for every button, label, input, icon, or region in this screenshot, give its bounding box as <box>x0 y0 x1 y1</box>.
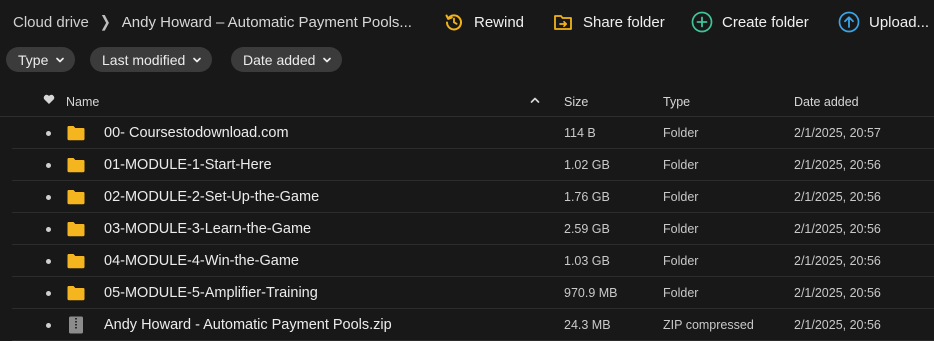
file-type: Folder <box>663 286 699 300</box>
file-name: 01-MODULE-1-Start-Here <box>104 157 272 173</box>
breadcrumb-root[interactable]: Cloud drive <box>13 14 89 31</box>
file-date-added: 2/1/2025, 20:56 <box>794 190 881 204</box>
breadcrumb-current[interactable]: Andy Howard – Automatic Payment Pools... <box>122 14 412 31</box>
file-date-added: 2/1/2025, 20:56 <box>794 286 881 300</box>
file-type: Folder <box>663 126 699 140</box>
sort-ascending-icon[interactable] <box>529 94 541 109</box>
file-size: 1.03 GB <box>564 254 610 268</box>
rewind-label: Rewind <box>474 13 525 31</box>
plus-circle-icon <box>691 11 713 33</box>
last-modified-filter[interactable]: Last modified <box>90 47 213 72</box>
upload-label: Upload... <box>869 13 930 31</box>
file-size: 1.76 GB <box>564 190 610 204</box>
file-type: Folder <box>663 190 699 204</box>
chevron-down-icon <box>55 55 65 65</box>
heart-icon[interactable] <box>43 94 55 108</box>
folder-icon <box>67 157 85 173</box>
row-dot-icon <box>46 195 51 200</box>
chevron-down-icon <box>192 55 202 65</box>
file-name: 00- Coursestodownload.com <box>104 125 289 141</box>
rewind-button[interactable]: Rewind <box>443 10 524 34</box>
table-row[interactable]: Andy Howard - Automatic Payment Pools.zi… <box>12 309 934 341</box>
folder-icon <box>67 253 85 269</box>
file-name: 02-MODULE-2-Set-Up-the-Game <box>104 189 320 205</box>
column-date-added[interactable]: Date added <box>794 95 859 109</box>
file-name: 05-MODULE-5-Amplifier-Training <box>104 285 318 301</box>
file-date-added: 2/1/2025, 20:56 <box>794 158 881 172</box>
rewind-icon <box>443 11 465 33</box>
zip-file-icon <box>67 316 85 334</box>
date-added-filter[interactable]: Date added <box>231 47 343 72</box>
share-folder-icon <box>552 11 574 33</box>
file-date-added: 2/1/2025, 20:56 <box>794 222 881 236</box>
upload-icon <box>838 11 860 33</box>
column-name[interactable]: Name <box>66 95 99 109</box>
type-filter[interactable]: Type <box>6 47 76 72</box>
file-size: 114 B <box>564 126 596 140</box>
column-size[interactable]: Size <box>564 95 588 109</box>
file-date-added: 2/1/2025, 20:56 <box>794 318 881 332</box>
breadcrumb: Cloud drive ❯ Andy Howard – Automatic Pa… <box>0 12 412 31</box>
row-dot-icon <box>46 259 51 264</box>
file-size: 24.3 MB <box>564 318 611 332</box>
file-type: Folder <box>663 158 699 172</box>
create-folder-label: Create folder <box>722 13 809 31</box>
date-added-filter-label: Date added <box>243 51 316 68</box>
last-modified-filter-label: Last modified <box>102 51 186 68</box>
folder-icon <box>67 189 85 205</box>
upload-button[interactable]: Upload... <box>838 10 929 34</box>
table-row[interactable]: 03-MODULE-3-Learn-the-Game 2.59 GB Folder 2… <box>12 213 934 245</box>
file-date-added: 2/1/2025, 20:57 <box>794 126 881 140</box>
top-bar: Cloud drive ❯ Andy Howard – Automatic Pa… <box>0 0 934 44</box>
file-name: 04-MODULE-4-Win-the-Game <box>104 253 299 269</box>
folder-icon <box>67 125 85 141</box>
table-row[interactable]: 01-MODULE-1-Start-Here 1.02 GB Folder 2/1/2… <box>12 149 934 181</box>
table-row[interactable]: 00- Coursestodownload.com 114 B Folder 2/1/… <box>12 117 934 149</box>
file-type: Folder <box>663 222 699 236</box>
share-folder-button[interactable]: Share folder <box>552 10 665 34</box>
row-dot-icon <box>46 227 51 232</box>
row-dot-icon <box>46 163 51 168</box>
file-size: 1.02 GB <box>564 158 610 172</box>
share-folder-label: Share folder <box>583 13 665 31</box>
file-size: 970.9 MB <box>564 286 618 300</box>
type-filter-label: Type <box>18 51 49 68</box>
folder-icon <box>67 221 85 237</box>
table-row[interactable]: 02-MODULE-2-Set-Up-the-Game 1.76 GB Folder… <box>12 181 934 213</box>
file-name: 03-MODULE-3-Learn-the-Game <box>104 221 312 237</box>
row-dot-icon <box>46 131 51 136</box>
row-dot-icon <box>46 291 51 296</box>
file-size: 2.59 GB <box>564 222 610 236</box>
chevron-down-icon <box>322 55 332 65</box>
file-type: ZIP compressed <box>663 318 754 332</box>
table-row[interactable]: 04-MODULE-4-Win-the-Game 1.03 GB Folder 2/1… <box>12 245 934 277</box>
file-type: Folder <box>663 254 699 268</box>
row-dot-icon <box>46 323 51 328</box>
folder-icon <box>67 285 85 301</box>
column-type[interactable]: Type <box>663 95 690 109</box>
chevron-right-icon: ❯ <box>99 12 111 31</box>
table-header: Name Size Type Date added <box>0 86 934 117</box>
file-name: Andy Howard - Automatic Payment Pools.zi… <box>104 317 392 333</box>
file-date-added: 2/1/2025, 20:56 <box>794 254 881 268</box>
create-folder-button[interactable]: Create folder <box>691 10 809 34</box>
table-row[interactable]: 05-MODULE-5-Amplifier-Training 970.9 MB Fo… <box>12 277 934 309</box>
